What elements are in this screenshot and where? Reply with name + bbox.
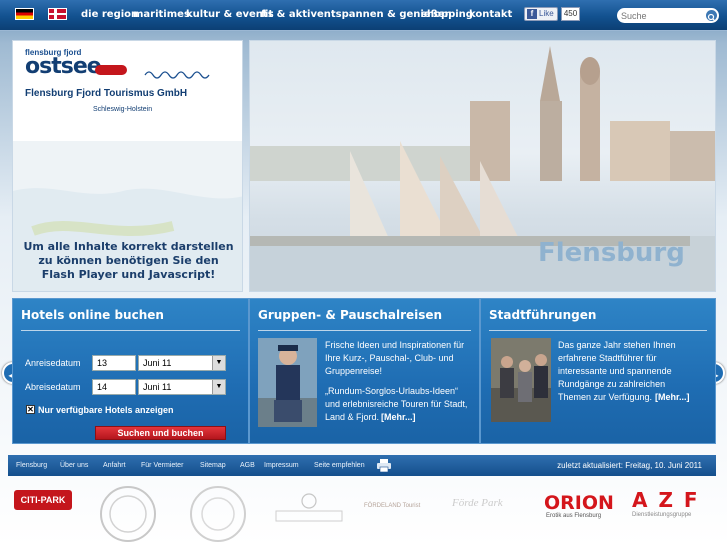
chevron-down-icon[interactable]: ▼	[212, 380, 225, 394]
top-navigation-bar: die region maritimes kultur & events fit…	[0, 0, 727, 31]
hotel-booking-box: Hotels online buchen Anreisedatum 13 Jun…	[12, 298, 249, 444]
tours-text-line-5: Themen zur Verfügung.	[558, 392, 653, 402]
last-updated-text: zuletzt aktualisiert: Freitag, 10. Juni …	[557, 461, 702, 470]
hotel-box-title: Hotels online buchen	[21, 308, 164, 322]
company-name: Flensburg Fjord Tourismus GmbH	[25, 88, 188, 99]
flash-placeholder-panel: flensburg fjord ostsee Schleswig-Holstei…	[12, 40, 243, 292]
logo-ostsee: ostsee	[25, 54, 102, 79]
search-icon[interactable]	[706, 10, 717, 22]
facebook-icon: f	[527, 9, 537, 19]
flash-notice-line-3: Flash Player und Javascript!	[41, 268, 216, 281]
flash-notice-line-1: Um alle Inhalte korrekt darstellen	[23, 240, 234, 253]
group-travel-box: Gruppen- & Pauschalreisen Frische Ideen …	[249, 298, 480, 444]
tour-group-photo	[491, 338, 551, 422]
footer-link-about[interactable]: Über uns	[60, 455, 88, 476]
footer-link-sitemap[interactable]: Sitemap	[200, 455, 226, 476]
nav-shopping[interactable]: shopping	[421, 0, 473, 30]
seal-logo[interactable]	[98, 484, 158, 544]
like-label: Like	[539, 9, 554, 18]
tours-text-line-4: Rundgänge zu zahlreichen	[558, 379, 666, 389]
tours-text-line-3: interessante und spannende	[558, 366, 672, 376]
group-text-line-1: Frische Ideen und Inspirationen für	[325, 340, 465, 350]
tours-box-title: Stadtführungen	[489, 308, 597, 322]
arrival-label: Anreisedatum	[25, 358, 81, 368]
footer-link-recommend[interactable]: Seite empfehlen	[314, 455, 365, 476]
city-tours-box: Stadtführungen Das ganze Jahr stehen Ihn…	[480, 298, 716, 444]
nav-kontakt[interactable]: kontakt	[469, 0, 512, 30]
group-text-line-5: und erlebnisreiche Touren für Stadt,	[325, 399, 468, 409]
available-only-checkbox[interactable]: ✕	[26, 405, 35, 414]
footer-link-imprint[interactable]: Impressum	[264, 455, 299, 476]
footer-navigation: Flensburg Über uns Anfahrt Für Vermieter…	[8, 455, 716, 476]
arrival-month-select[interactable]: Juni 11 ▼	[138, 355, 226, 371]
divider	[489, 330, 707, 331]
departure-month-select[interactable]: Juni 11 ▼	[138, 379, 226, 395]
departure-day-field[interactable]: 14	[92, 379, 136, 395]
citi-park-logo[interactable]: CITI-PARK	[14, 490, 72, 510]
logo-wave-icon	[95, 65, 127, 75]
arrival-day-field[interactable]: 13	[92, 355, 136, 371]
search-and-book-button[interactable]: Suchen und buchen	[95, 426, 226, 440]
chevron-down-icon[interactable]: ▼	[212, 356, 225, 370]
captain-photo	[258, 338, 317, 427]
harbour-photo: Flensburg	[249, 40, 716, 292]
flash-notice-line-2: zu können benötigen Sie den	[38, 254, 219, 267]
azf-tagline: Dienstleistungsgruppe	[632, 512, 692, 518]
divider	[21, 330, 240, 331]
nav-fit-aktiv[interactable]: fit & aktiv	[261, 0, 317, 30]
tours-text-line-1: Das ganze Jahr stehen Ihnen	[558, 340, 676, 350]
nav-die-region[interactable]: die region	[81, 0, 138, 30]
divider	[258, 330, 471, 331]
tours-more-link[interactable]: [Mehr...]	[655, 391, 690, 404]
group-more-link[interactable]: [Mehr...]	[381, 411, 416, 424]
footer-link-landlords[interactable]: Für Vermieter	[141, 455, 183, 476]
danish-flag-icon[interactable]	[48, 8, 67, 20]
arrival-month-value: Juni 11	[143, 358, 172, 368]
waves-icon	[144, 71, 210, 79]
available-only-label: Nur verfügbare Hotels anzeigen	[38, 405, 174, 415]
stamp-logo[interactable]	[188, 484, 248, 544]
footer-link-flensburg[interactable]: Flensburg	[16, 455, 47, 476]
departure-label: Abreisedatum	[25, 382, 81, 392]
nav-maritimes[interactable]: maritimes	[133, 0, 190, 30]
foerde-park-logo[interactable]: Förde Park	[452, 497, 503, 509]
group-text-line-3: Gruppenreise!	[325, 366, 383, 376]
group-text-line-4: „Rundum-Sorglos-Urlaubs-Ideen“	[325, 386, 459, 396]
like-count: 450	[561, 7, 580, 21]
german-flag-icon[interactable]	[15, 8, 34, 20]
image-caption: Flensburg	[538, 238, 685, 268]
group-text-line-2: Ihre Kurz-, Pauschal-, Club- und	[325, 353, 454, 363]
foerdeland-logo[interactable]: FÖRDELAND Tourist	[364, 503, 420, 509]
hotel-crest-logo[interactable]	[274, 492, 344, 522]
departure-month-value: Juni 11	[143, 382, 172, 392]
logo-subtitle: Schleswig-Holstein	[93, 106, 153, 113]
azf-logo[interactable]: A Z F	[632, 488, 700, 512]
group-text-line-6: Land & Fjord.	[325, 412, 380, 422]
group-box-title: Gruppen- & Pauschalreisen	[258, 308, 443, 322]
search-box	[617, 8, 719, 23]
search-input[interactable]	[621, 9, 701, 22]
orion-logo[interactable]: ORION	[544, 492, 614, 514]
footer-link-directions[interactable]: Anfahrt	[103, 455, 126, 476]
facebook-like-button[interactable]: f Like	[524, 7, 558, 21]
printer-icon[interactable]	[377, 459, 391, 472]
orion-tagline: Erotik aus Flensburg	[546, 513, 602, 519]
tours-text-line-2: erfahrene Stadtführer für	[558, 353, 657, 363]
footer-link-agb[interactable]: AGB	[240, 455, 255, 476]
